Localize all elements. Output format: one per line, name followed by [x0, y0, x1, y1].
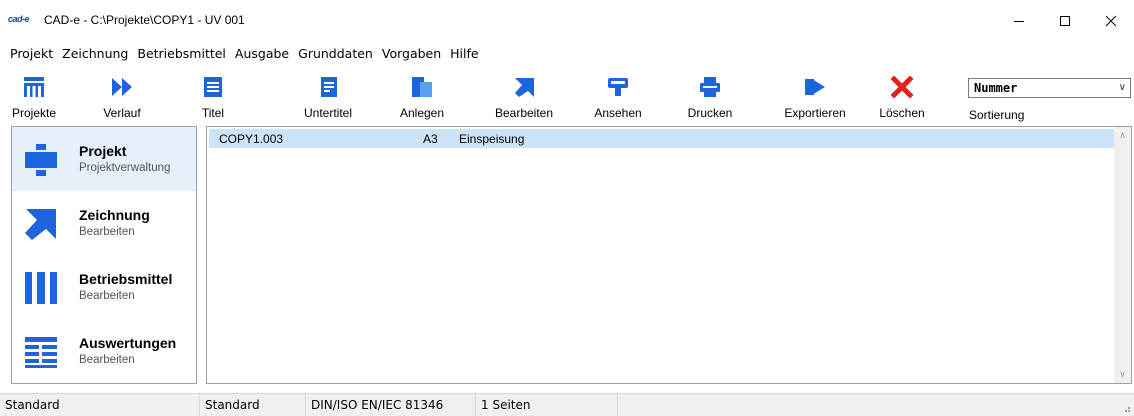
toolbar-titel-button[interactable]: Titel: [196, 66, 230, 124]
toolbar-label: Ansehen: [594, 106, 642, 120]
maximize-button[interactable]: [1042, 0, 1088, 42]
nav-item-projekt[interactable]: Projekt Projektverwaltung: [12, 127, 196, 191]
delete-icon: [891, 76, 913, 98]
scroll-up-icon[interactable]: ∧: [1114, 127, 1131, 144]
title-icon: [204, 77, 222, 97]
sidebar-nav: Projekt Projektverwaltung Zeichnung Bear…: [11, 126, 197, 384]
maximize-icon: [1060, 16, 1070, 26]
toolbar-untertitel-button[interactable]: Untertitel: [298, 66, 358, 124]
menu-ausgabe[interactable]: Ausgabe: [235, 46, 289, 61]
menu-vorgaben[interactable]: Vorgaben: [382, 46, 441, 61]
toolbar-label: Drucken: [687, 106, 733, 120]
menu-betriebsmittel[interactable]: Betriebsmittel: [137, 46, 226, 61]
toolbar-exportieren-button[interactable]: Exportieren: [780, 66, 850, 124]
toolbar-label: Untertitel: [303, 106, 353, 120]
nav-title: Zeichnung: [79, 207, 150, 223]
export-icon: [805, 79, 825, 95]
menu-zeichnung[interactable]: Zeichnung: [62, 46, 128, 61]
nav-subtitle: Projektverwaltung: [79, 162, 171, 174]
nav-item-zeichnung[interactable]: Zeichnung Bearbeiten: [12, 191, 196, 255]
toolbar-drucken-button[interactable]: Drucken: [680, 66, 740, 124]
nav-item-auswertungen[interactable]: Auswertungen Bearbeiten: [12, 319, 196, 383]
toolbar-label: Projekte: [11, 106, 57, 120]
menu-grunddaten[interactable]: Grunddaten: [298, 46, 373, 61]
history-icon: [112, 78, 132, 96]
list-item[interactable]: COPY1.003 A3 Einspeisung: [209, 129, 1114, 148]
scroll-down-icon[interactable]: ∨: [1114, 366, 1131, 383]
status-bar: Standard Standard DIN/ISO EN/IEC 81346 1…: [0, 393, 1134, 416]
status-cell: Standard: [200, 394, 306, 416]
nav-subtitle: Bearbeiten: [79, 226, 135, 238]
drawing-list: COPY1.003 A3 Einspeisung ∧ ∨: [206, 126, 1132, 384]
close-button[interactable]: [1088, 0, 1134, 42]
create-icon: [412, 77, 432, 97]
nav-title: Auswertungen: [79, 335, 177, 351]
sort-label: Sortierung: [969, 108, 1025, 122]
title-bar: cad-e CAD-e - C:\Projekte\COPY1 - UV 001: [0, 0, 1134, 42]
toolbar-label: Anlegen: [399, 106, 445, 120]
status-cell: 1 Seiten: [476, 394, 618, 416]
status-cell: Standard: [0, 394, 200, 416]
nav-title: Projekt: [79, 143, 127, 159]
menu-hilfe[interactable]: Hilfe: [450, 46, 478, 61]
view-icon: [608, 78, 628, 96]
menu-projekt[interactable]: Projekt: [10, 46, 53, 61]
toolbar-ansehen-button[interactable]: Ansehen: [588, 66, 648, 124]
close-icon: [1105, 15, 1117, 27]
toolbar-label: Bearbeiten: [494, 106, 554, 120]
toolbar-projekte-button[interactable]: Projekte: [10, 66, 58, 124]
toolbar-label: Exportieren: [784, 106, 846, 120]
toolbar-verlauf-button[interactable]: Verlauf: [100, 66, 144, 124]
toolbar-bearbeiten-button[interactable]: Bearbeiten: [488, 66, 560, 124]
nav-title: Betriebsmittel: [79, 271, 173, 287]
resize-grip-icon[interactable]: [1121, 403, 1131, 413]
projects-icon: [24, 77, 44, 97]
sort-select-value: Nummer: [974, 81, 1018, 95]
toolbar-loeschen-button[interactable]: Löschen: [874, 66, 930, 124]
menu-bar: Projekt Zeichnung Betriebsmittel Ausgabe…: [0, 42, 1134, 64]
list-item-description: Einspeisung: [459, 132, 525, 146]
list-item-format: A3: [423, 132, 438, 146]
app-logo: cad-e: [8, 14, 30, 24]
chevron-down-icon: ∨: [1118, 82, 1126, 93]
toolbar-label: Löschen: [879, 106, 925, 120]
reports-icon: [25, 337, 57, 368]
equipment-icon: [25, 272, 57, 304]
vertical-scrollbar[interactable]: ∧ ∨: [1114, 127, 1131, 383]
minimize-button[interactable]: [996, 0, 1042, 42]
minimize-icon: [1014, 21, 1024, 22]
toolbar-label: Verlauf: [103, 106, 141, 120]
print-icon: [700, 77, 720, 97]
project-icon: [25, 144, 57, 176]
list-item-name: COPY1.003: [219, 132, 284, 146]
sort-select[interactable]: Nummer ∨: [968, 78, 1131, 98]
edit-icon: [515, 78, 534, 97]
nav-item-betriebsmittel[interactable]: Betriebsmittel Bearbeiten: [12, 255, 196, 319]
nav-subtitle: Bearbeiten: [79, 354, 135, 366]
toolbar-anlegen-button[interactable]: Anlegen: [392, 66, 452, 124]
status-cell: DIN/ISO EN/IEC 81346: [306, 394, 476, 416]
toolbar: Projekte Verlauf Titel Untertitel Anlege…: [0, 66, 1134, 126]
nav-subtitle: Bearbeiten: [79, 290, 135, 302]
window-title: CAD-e - C:\Projekte\COPY1 - UV 001: [44, 13, 245, 27]
toolbar-label: Titel: [201, 106, 225, 120]
drawing-icon: [25, 209, 56, 240]
subtitle-icon: [321, 77, 337, 97]
